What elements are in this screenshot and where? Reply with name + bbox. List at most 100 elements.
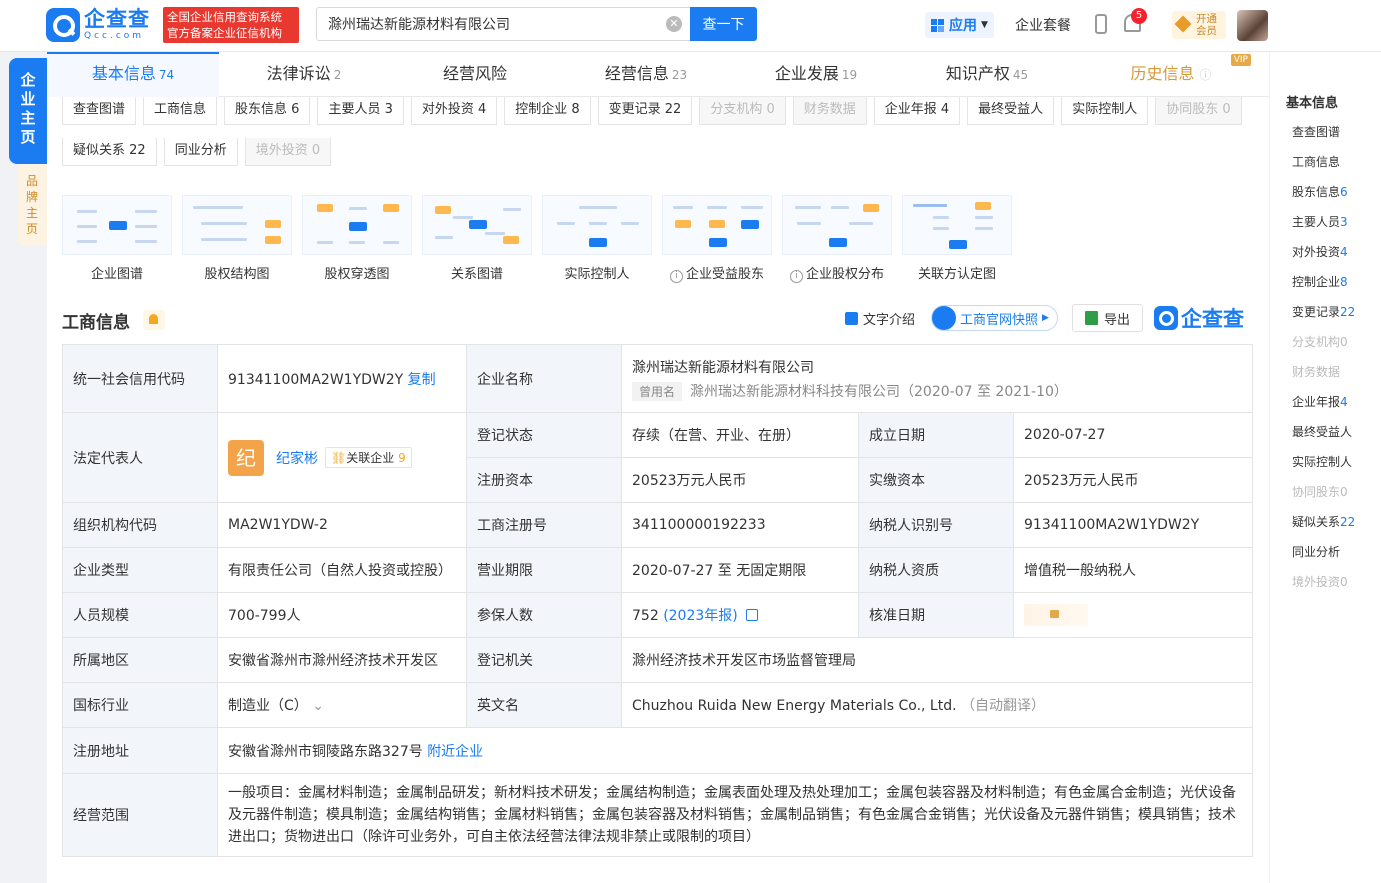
graph-card-equity-structure[interactable]: 股权结构图 xyxy=(182,195,292,287)
user-avatar[interactable] xyxy=(1237,10,1268,41)
business-info-table: 统一社会信用代码 91341100MA2W1YDW2Y 复制 企业名称 滁州瑞达… xyxy=(62,344,1254,857)
monitor-bell-icon[interactable] xyxy=(143,310,165,330)
chevron-down-icon: ⌄ xyxy=(312,698,324,714)
tab-count: 19 xyxy=(841,68,858,82)
logo-search-icon xyxy=(1153,306,1178,330)
related-companies-button[interactable]: ⛓关联企业 9 xyxy=(325,447,412,468)
tab-label: 基本信息 xyxy=(91,64,156,83)
text-intro-label: 文字介绍 xyxy=(863,312,916,328)
chip-changes[interactable]: 变更记录 22 xyxy=(597,97,693,125)
chip-beneficiary[interactable]: 最终受益人 xyxy=(967,97,1055,125)
legal-rep-link[interactable]: 纪家彬 xyxy=(276,448,318,468)
chart-icon[interactable] xyxy=(745,609,758,621)
right-nav-title: 基本信息 xyxy=(1286,96,1339,111)
right-nav-item[interactable]: 疑似关系22 xyxy=(1292,513,1355,530)
graph-thumbnail xyxy=(302,195,412,255)
tab-legal[interactable]: 法律诉讼 2 xyxy=(219,52,389,97)
chip-shareholders[interactable]: 股东信息 6 xyxy=(224,97,311,125)
graph-card-equity-penetration[interactable]: 股权穿透图 xyxy=(302,195,412,287)
tab-ip[interactable]: 知识产权 45 xyxy=(901,52,1073,97)
annual-report-link[interactable]: (2023年报) xyxy=(663,608,738,624)
tab-operations[interactable]: 经营信息 23 xyxy=(561,52,731,97)
tab-label: 经营信息 xyxy=(604,64,669,83)
founded-label: 成立日期 xyxy=(858,412,1014,458)
right-nav-item[interactable]: 查查图谱 xyxy=(1292,123,1340,140)
tab-risk[interactable]: 经营风险 xyxy=(389,52,561,97)
apps-menu[interactable]: 应用 ▼ xyxy=(925,12,994,38)
tab-count: 74 xyxy=(158,68,175,82)
chip-business-info[interactable]: 工商信息 xyxy=(143,97,218,125)
right-nav-item[interactable]: 股东信息6 xyxy=(1292,183,1348,200)
tab-development[interactable]: 企业发展 19 xyxy=(731,52,901,97)
industry-label: 国标行业 xyxy=(62,682,218,728)
document-icon xyxy=(845,311,858,325)
right-nav-item[interactable]: 主要人员3 xyxy=(1292,213,1348,230)
legal-rep-label: 法定代表人 xyxy=(62,412,218,503)
graph-card-beneficial-owner[interactable]: i 企业受益股东 xyxy=(662,195,772,287)
lock-icon[interactable] xyxy=(1024,604,1088,626)
graph-card-actual-controller[interactable]: 实际控制人 xyxy=(542,195,652,287)
right-nav-item: 分支机构0 xyxy=(1292,333,1348,350)
graph-card-related-party[interactable]: 关联方认定图 xyxy=(902,195,1012,287)
chip-controller[interactable]: 实际控制人 xyxy=(1061,97,1149,125)
chip-peer[interactable]: 同业分析 xyxy=(163,138,238,166)
slogan-line1: 全国企业信用查询系统 xyxy=(167,10,282,24)
chip-controlled[interactable]: 控制企业 8 xyxy=(504,97,591,125)
nearby-companies-link[interactable]: 附近企业 xyxy=(427,744,483,760)
info-icon[interactable]: i xyxy=(669,270,683,283)
brand-homepage-tab[interactable]: 品 牌 主 页 xyxy=(17,164,47,246)
right-nav-item[interactable]: 控制企业8 xyxy=(1292,273,1348,290)
tab-count: 45 xyxy=(1012,68,1029,82)
insured-label: 参保人数 xyxy=(466,592,622,638)
plans-link[interactable]: 企业套餐 xyxy=(1015,15,1071,35)
qcc-logo[interactable]: 企查查 Qcc.com xyxy=(46,7,158,43)
copy-button[interactable]: 复制 xyxy=(408,372,436,388)
graph-label-with-info: i 企业受益股东 xyxy=(662,263,772,283)
official-snapshot-button[interactable]: 工商官网快照 ▶ xyxy=(931,305,1058,331)
right-nav-count: 3 xyxy=(1340,215,1348,229)
right-nav-item[interactable]: 同业分析 xyxy=(1292,543,1340,560)
chip-investments[interactable]: 对外投资 4 xyxy=(410,97,498,125)
text-intro-button[interactable]: 文字介绍 xyxy=(845,309,915,328)
right-nav-item[interactable]: 变更记录22 xyxy=(1292,303,1355,320)
right-nav-item[interactable]: 对外投资4 xyxy=(1292,243,1348,260)
search-button[interactable]: 查一下 xyxy=(690,7,757,41)
tab-basic-info[interactable]: 基本信息 74 xyxy=(47,52,219,97)
export-label: 导出 xyxy=(1103,312,1130,328)
right-nav-item[interactable]: 最终受益人 xyxy=(1292,423,1352,440)
chip-graph[interactable]: 查查图谱 xyxy=(62,97,137,125)
region-value: 安徽省滁州市滁州经济技术开发区 xyxy=(217,637,467,683)
tab-history[interactable]: 历史信息 ⓘ VIP xyxy=(1073,52,1269,97)
industry-cell[interactable]: 制造业（C） ⌄ xyxy=(217,682,467,728)
search-input[interactable] xyxy=(317,8,647,40)
former-name-value: 滁州瑞达新能源材料科技有限公司（2020-07 至 2021-10） xyxy=(690,383,1068,400)
chip-annual-report[interactable]: 企业年报 4 xyxy=(873,97,961,125)
chip-finance: 财务数据 xyxy=(792,97,867,125)
phone-icon[interactable] xyxy=(1095,14,1107,34)
side-tab-char: 页 xyxy=(25,222,38,236)
right-nav-item[interactable]: 企业年报4 xyxy=(1292,393,1348,410)
info-icon[interactable]: i xyxy=(789,270,803,283)
export-button[interactable]: 导出 xyxy=(1071,304,1143,332)
graph-card-relationship[interactable]: 关系图谱 xyxy=(422,195,532,287)
graph-card-equity-distribution[interactable]: i 企业股权分布 xyxy=(782,195,892,287)
vip-button[interactable]: 开通 会员 xyxy=(1172,11,1226,39)
relation-icon: ⛓ xyxy=(331,451,347,465)
chip-key-personnel[interactable]: 主要人员 3 xyxy=(317,97,404,125)
legal-rep-avatar[interactable]: 纪 xyxy=(228,439,264,476)
scope-label: 经营范围 xyxy=(62,773,218,857)
right-nav-item[interactable]: 实际控制人 xyxy=(1292,453,1352,470)
logo-domain: Qcc.com xyxy=(84,31,145,41)
table-row: 法定代表人 纪 纪家彬 ⛓关联企业 9 登记状态 存续（在营、开业、在册） 成立… xyxy=(62,412,1254,503)
paid-capital-value: 20523万元人民币 xyxy=(1012,457,1254,503)
credit-code-cell: 91341100MA2W1YDW2Y 复制 xyxy=(217,344,467,413)
chip-suspected[interactable]: 疑似关系 22 xyxy=(62,138,157,166)
right-nav-label: 实际控制人 xyxy=(1292,455,1353,469)
graph-card-enterprise[interactable]: 企业图谱 xyxy=(62,195,172,287)
right-nav-item[interactable]: 工商信息 xyxy=(1292,153,1340,170)
clear-icon[interactable]: ✕ xyxy=(666,16,682,32)
table-row: 组织机构代码 MA2W1YDW-2 工商注册号 341100000192233 … xyxy=(62,502,1254,548)
status-value: 存续（在营、开业、在册） xyxy=(621,412,859,458)
right-nav-count: 22 xyxy=(1340,515,1356,529)
company-homepage-tab[interactable]: 企 业 主 页 xyxy=(9,58,47,164)
